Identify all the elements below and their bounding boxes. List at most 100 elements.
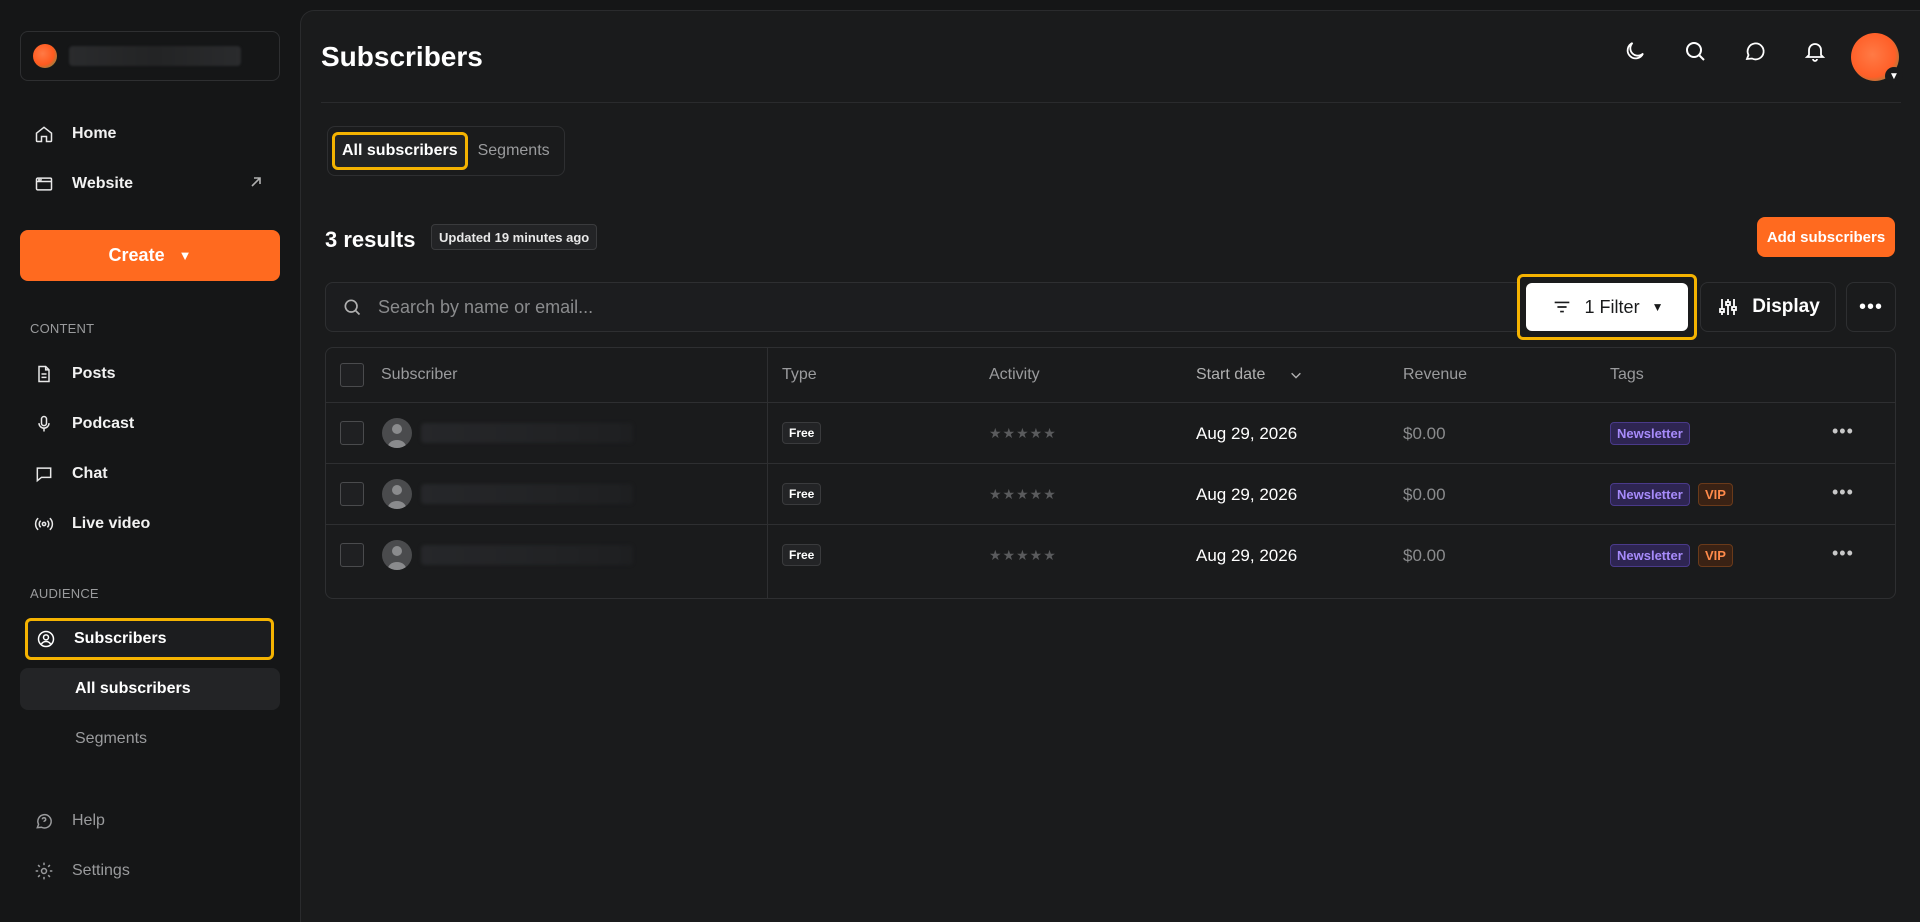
- create-label: Create: [108, 245, 165, 265]
- table-row[interactable]: Free ★★★★★ Aug 29, 2026 $0.00 Newsletter…: [326, 464, 1895, 525]
- results-count: 3 results: [325, 227, 416, 252]
- display-button[interactable]: Display: [1700, 282, 1836, 332]
- row-checkbox[interactable]: [340, 543, 364, 567]
- header-tags: Tags: [1610, 366, 1644, 383]
- gear-icon: [34, 861, 54, 881]
- sidebar-item-home[interactable]: Home: [20, 112, 280, 156]
- table-row[interactable]: Free ★★★★★ Aug 29, 2026 $0.00 Newsletter…: [326, 403, 1895, 464]
- more-options-button[interactable]: •••: [1846, 282, 1896, 332]
- caret-down-icon: ▼: [178, 248, 192, 263]
- broadcast-icon: [34, 514, 54, 534]
- audience-section-label: AUDIENCE: [30, 586, 99, 601]
- sort-chevron-down-icon[interactable]: [1289, 368, 1303, 382]
- browser-icon: [34, 174, 54, 194]
- microphone-icon: [34, 414, 54, 434]
- row-checkbox[interactable]: [340, 421, 364, 445]
- row-more-icon[interactable]: •••: [1832, 482, 1854, 503]
- user-avatar-menu[interactable]: ▼: [1851, 33, 1903, 85]
- sidebar-item-label: Chat: [72, 465, 108, 482]
- subscribers-table: Subscriber Type Activity Start date Reve…: [325, 347, 1896, 599]
- home-icon: [34, 124, 54, 144]
- user-circle-icon: [36, 629, 56, 649]
- revenue: $0.00: [1403, 485, 1446, 504]
- header-actions: [1623, 39, 1863, 63]
- start-date: Aug 29, 2026: [1196, 424, 1298, 443]
- sidebar-item-live-video[interactable]: Live video: [20, 502, 280, 546]
- activity-rating: ★★★★★: [989, 486, 1057, 502]
- subscriber-avatar: [382, 418, 412, 448]
- tag-vip: VIP: [1698, 483, 1733, 506]
- sidebar-subitem-segments[interactable]: Segments: [20, 718, 280, 760]
- sidebar-item-label: Help: [72, 812, 105, 829]
- subscriber-name-redacted: [421, 423, 633, 443]
- row-more-icon[interactable]: •••: [1832, 543, 1854, 564]
- start-date: Aug 29, 2026: [1196, 485, 1298, 504]
- tab-segments[interactable]: Segments: [468, 132, 560, 170]
- filter-highlight: 1 Filter ▼: [1517, 274, 1697, 340]
- sidebar: Home Website Create ▼ CONTENT Posts Podc…: [0, 0, 300, 922]
- publication-switcher[interactable]: [20, 31, 280, 81]
- sidebar-item-label: Posts: [72, 365, 116, 382]
- sidebar-item-posts[interactable]: Posts: [20, 352, 280, 396]
- start-date: Aug 29, 2026: [1196, 546, 1298, 565]
- add-subscribers-button[interactable]: Add subscribers: [1757, 217, 1895, 257]
- filter-label: 1 Filter: [1584, 296, 1640, 317]
- tab-all-subscribers[interactable]: All subscribers: [332, 132, 468, 170]
- sidebar-subitem-all-subscribers[interactable]: All subscribers: [20, 668, 280, 710]
- header-revenue: Revenue: [1403, 366, 1468, 383]
- display-label: Display: [1752, 296, 1820, 317]
- caret-down-icon: ▼: [1651, 300, 1664, 314]
- publication-name-redacted: [69, 46, 241, 66]
- caret-down-icon: ▼: [1885, 67, 1903, 85]
- row-more-icon[interactable]: •••: [1832, 421, 1854, 442]
- sidebar-item-label: Home: [72, 125, 117, 142]
- sidebar-item-podcast[interactable]: Podcast: [20, 402, 280, 446]
- sidebar-item-label: Settings: [72, 862, 130, 879]
- bell-icon[interactable]: [1803, 39, 1827, 63]
- search-icon: [344, 299, 361, 316]
- header-activity: Activity: [989, 366, 1040, 383]
- type-badge: Free: [782, 544, 822, 566]
- sidebar-item-website[interactable]: Website: [20, 162, 280, 206]
- activity-rating: ★★★★★: [989, 547, 1057, 563]
- help-icon: [34, 811, 54, 831]
- subscriber-tabs: All subscribers Segments: [327, 126, 565, 176]
- sidebar-item-settings[interactable]: Settings: [20, 849, 280, 893]
- header-type: Type: [782, 366, 817, 383]
- sidebar-item-label: Podcast: [72, 415, 135, 432]
- tag-vip: VIP: [1698, 544, 1733, 567]
- sidebar-item-help[interactable]: Help: [20, 799, 280, 843]
- table-header: Subscriber Type Activity Start date Reve…: [326, 348, 1895, 403]
- select-all-checkbox[interactable]: [340, 363, 364, 387]
- sliders-icon: [1719, 299, 1738, 315]
- chat-bubble-icon[interactable]: [1743, 39, 1767, 63]
- type-badge: Free: [782, 483, 822, 505]
- search-icon[interactable]: [1683, 39, 1707, 63]
- type-badge: Free: [782, 422, 822, 444]
- search-input[interactable]: [378, 296, 1278, 318]
- moon-icon[interactable]: [1623, 39, 1647, 63]
- page-title: Subscribers: [321, 41, 483, 72]
- subscriber-avatar: [382, 540, 412, 570]
- header-divider: [321, 102, 1901, 103]
- search-box: [325, 282, 1537, 332]
- table-row[interactable]: Free ★★★★★ Aug 29, 2026 $0.00 Newsletter…: [326, 525, 1895, 586]
- create-button[interactable]: Create ▼: [20, 230, 280, 281]
- external-link-icon: [251, 177, 261, 187]
- revenue: $0.00: [1403, 546, 1446, 565]
- document-icon: [34, 364, 54, 384]
- row-checkbox[interactable]: [340, 482, 364, 506]
- filter-button[interactable]: 1 Filter ▼: [1526, 283, 1688, 331]
- tag-newsletter: Newsletter: [1610, 483, 1690, 506]
- header-start-date[interactable]: Start date: [1196, 366, 1265, 384]
- filter-icon: [1554, 301, 1569, 313]
- sidebar-item-label: Subscribers: [74, 630, 167, 647]
- revenue: $0.00: [1403, 424, 1446, 443]
- tag-newsletter: Newsletter: [1610, 422, 1690, 445]
- activity-rating: ★★★★★: [989, 425, 1057, 441]
- sidebar-item-subscribers[interactable]: Subscribers: [25, 618, 274, 660]
- main-panel: Subscribers ▼ All subscribers Segments 3…: [300, 10, 1920, 922]
- ellipsis-icon: •••: [1858, 295, 1883, 318]
- subscriber-name-redacted: [421, 484, 633, 504]
- sidebar-item-chat[interactable]: Chat: [20, 452, 280, 496]
